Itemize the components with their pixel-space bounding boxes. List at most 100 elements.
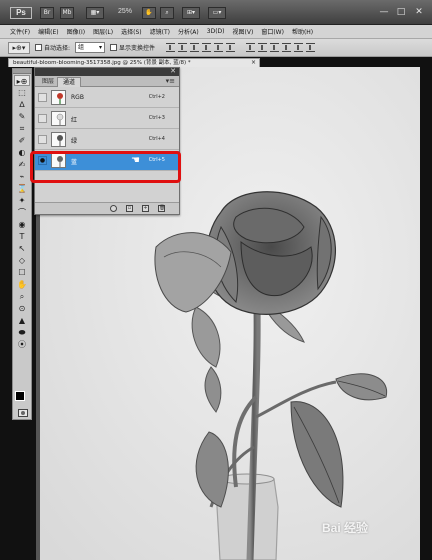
mini-bridge-button[interactable]: Mb — [60, 7, 74, 19]
eraser-tool-icon[interactable]: ✦ — [14, 195, 30, 206]
document-title: beautiful-bloom-blooming-3517358.jpg @ 2… — [13, 60, 191, 66]
quick-mask-icon[interactable] — [18, 409, 28, 417]
photoshop-window: Ps Br Mb ▦▾ 25% ✋ ⌕ ⊞▾ ▭▾ — □ ✕ 文件(F) 编辑… — [0, 0, 432, 560]
visibility-toggle[interactable] — [38, 135, 47, 144]
tools-panel-grip[interactable] — [13, 69, 31, 74]
hand-tool-icon[interactable]: ✋ — [142, 7, 156, 19]
distribute-right-icon[interactable] — [306, 43, 316, 52]
distribute-hcenter-icon[interactable] — [294, 43, 304, 52]
show-transform-checkbox[interactable] — [110, 44, 118, 51]
distribute-left-icon[interactable] — [282, 43, 292, 52]
menu-view[interactable]: 视图(V) — [233, 27, 254, 36]
rose-thumbnail — [56, 113, 64, 125]
align-top-icon[interactable] — [166, 43, 176, 52]
crop-tool-icon[interactable]: ⌗ — [14, 123, 30, 134]
align-buttons — [166, 43, 236, 52]
distribute-bottom-icon[interactable] — [270, 43, 280, 52]
maximize-button[interactable]: □ — [395, 6, 407, 18]
gradient-tool-icon[interactable]: ⌒ — [14, 207, 30, 218]
type-tool-icon[interactable]: T — [14, 231, 30, 242]
tool-preset-picker[interactable]: ▸⊕▾ — [8, 41, 30, 54]
menu-analysis[interactable]: 分析(A) — [178, 27, 199, 36]
foreground-color-swatch[interactable] — [15, 391, 25, 401]
quick-select-tool-icon[interactable]: ✎ — [14, 111, 30, 122]
move-tool-icon[interactable]: ▸⊕ — [14, 75, 30, 86]
distribute-vcenter-icon[interactable] — [258, 43, 268, 52]
visibility-toggle[interactable] — [38, 114, 47, 123]
rose-thumbnail — [57, 93, 63, 104]
panel-menu-icon[interactable]: ▾≡ — [166, 77, 175, 85]
channel-name: 红 — [71, 117, 78, 124]
3d-pan-tool-icon[interactable]: ⦿ — [14, 339, 30, 350]
channel-row-rgb[interactable]: RGB Ctrl+2 — [35, 88, 179, 108]
menu-3d[interactable]: 3D(D) — [207, 28, 225, 35]
distribute-top-icon[interactable] — [246, 43, 256, 52]
3d-rotate-tool-icon[interactable]: ⊙ — [14, 303, 30, 314]
close-panel-icon[interactable]: ✕ — [170, 67, 176, 75]
close-button[interactable]: ✕ — [413, 6, 425, 18]
panel-title-bar[interactable]: ✕ — [35, 67, 179, 76]
menu-window[interactable]: 窗口(W) — [261, 27, 284, 36]
marquee-tool-icon[interactable]: ⬚ — [14, 87, 30, 98]
arrange-documents-button[interactable]: ⊞▾ — [182, 7, 200, 19]
healing-tool-icon[interactable]: ◐ — [14, 147, 30, 158]
menu-file[interactable]: 文件(F) — [10, 27, 30, 36]
load-selection-icon[interactable] — [110, 205, 117, 212]
lasso-tool-icon[interactable]: ᐃ — [14, 99, 30, 110]
delete-channel-icon[interactable]: 🗑 — [158, 205, 165, 212]
align-vcenter-icon[interactable] — [178, 43, 188, 52]
tab-layers[interactable]: 图层 — [37, 77, 59, 87]
zoom-level[interactable]: 25% — [118, 8, 132, 15]
document-tab[interactable]: beautiful-bloom-blooming-3517358.jpg @ 2… — [8, 58, 260, 67]
menu-filter[interactable]: 滤镜(T) — [150, 27, 170, 36]
baidu-watermark: Bai 经验 — [322, 521, 369, 535]
zoom-tool-icon[interactable]: ⌕ — [14, 291, 30, 302]
channel-row-green[interactable]: 绿 Ctrl+4 — [35, 130, 179, 150]
channel-name: RGB — [71, 94, 84, 101]
bridge-button[interactable]: Br — [40, 7, 54, 19]
menu-layer[interactable]: 图层(L) — [93, 27, 113, 36]
auto-select-checkbox[interactable] — [35, 44, 42, 51]
menu-image[interactable]: 图像(I) — [67, 27, 85, 36]
tab-channels[interactable]: 通道 — [57, 77, 82, 87]
auto-select-dropdown[interactable]: 组 — [75, 42, 106, 53]
auto-select-option[interactable]: 自动选择: — [35, 43, 70, 52]
photoshop-logo: Ps — [10, 7, 32, 19]
align-bottom-icon[interactable] — [190, 43, 200, 52]
show-transform-label: 显示变换控件 — [119, 45, 156, 52]
channel-shortcut: Ctrl+2 — [148, 94, 165, 100]
hand-tool-icon[interactable]: ✋ — [14, 279, 30, 290]
tools-panel: ▸⊕ ⬚ ᐃ ✎ ⌗ ✐ ◐ ✍ ⌁ ⌛ ✦ ⌒ ◉ T ↖ ◇ ☐ ✋ ⌕ ⊙… — [12, 68, 32, 420]
zoom-tool-icon[interactable]: ⌕ — [160, 7, 174, 19]
blur-tool-icon[interactable]: ◉ — [14, 219, 30, 230]
close-document-icon[interactable]: × — [251, 59, 256, 67]
align-right-icon[interactable] — [226, 43, 236, 52]
channel-row-red[interactable]: 红 Ctrl+3 — [35, 109, 179, 129]
3d-camera-tool-icon[interactable]: ▲ — [14, 315, 30, 326]
history-brush-tool-icon[interactable]: ⌛ — [14, 183, 30, 194]
align-hcenter-icon[interactable] — [214, 43, 224, 52]
pen-tool-icon[interactable]: ◇ — [14, 255, 30, 266]
channel-thumbnail — [51, 90, 66, 105]
screen-mode-button[interactable]: ▭▾ — [208, 7, 226, 19]
brush-tool-icon[interactable]: ✍ — [14, 159, 30, 170]
show-transform-option[interactable]: 显示变换控件 — [110, 43, 155, 52]
save-selection-icon[interactable]: ▫ — [126, 205, 133, 212]
panel-footer: ▫ + 🗑 — [35, 202, 179, 214]
minimize-button[interactable]: — — [378, 6, 390, 18]
path-select-tool-icon[interactable]: ↖ — [14, 243, 30, 254]
view-extras-button[interactable]: ▦▾ — [86, 7, 104, 19]
rose-thumbnail — [57, 135, 63, 146]
menu-edit[interactable]: 编辑(E) — [38, 27, 58, 36]
menu-help[interactable]: 帮助(H) — [292, 27, 313, 36]
new-channel-icon[interactable]: + — [142, 205, 149, 212]
align-left-icon[interactable] — [202, 43, 212, 52]
3d-orbit-tool-icon[interactable]: ⬬ — [14, 327, 30, 338]
shape-tool-icon[interactable]: ☐ — [14, 267, 30, 278]
eyedropper-tool-icon[interactable]: ✐ — [14, 135, 30, 146]
menu-select[interactable]: 选择(S) — [121, 27, 142, 36]
clone-stamp-tool-icon[interactable]: ⌁ — [14, 171, 30, 182]
channel-thumbnail — [51, 132, 66, 147]
menu-bar: 文件(F) 编辑(E) 图像(I) 图层(L) 选择(S) 滤镜(T) 分析(A… — [0, 25, 432, 39]
visibility-toggle[interactable] — [38, 93, 47, 102]
